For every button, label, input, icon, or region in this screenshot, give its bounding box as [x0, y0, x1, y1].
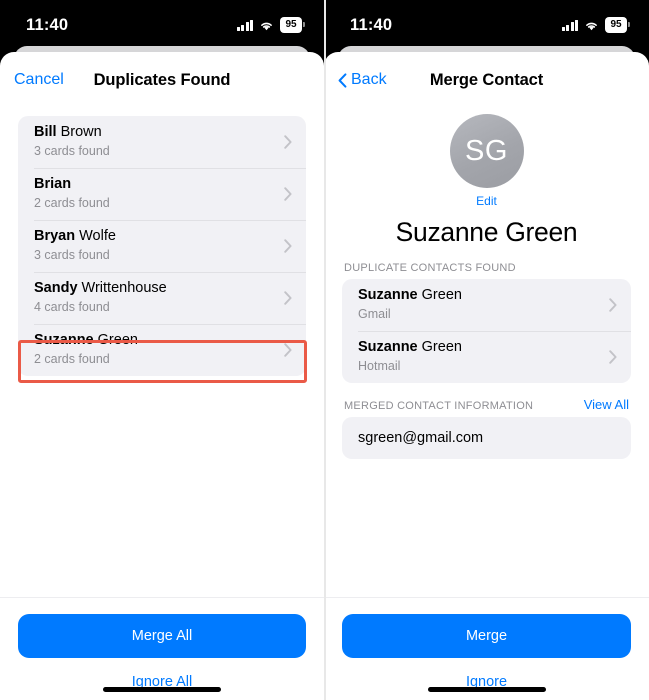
- contact-name: Suzanne Green: [395, 217, 578, 247]
- edit-photo-button[interactable]: Edit: [476, 194, 497, 208]
- chevron-right-icon: [284, 342, 292, 357]
- contact-first-name: Sandy: [34, 280, 78, 297]
- merged-email-value: sgreen@gmail.com: [358, 430, 484, 446]
- wifi-icon: [584, 20, 599, 31]
- screenshot-divider: [324, 0, 326, 700]
- list-item-title: Suzanne Green: [358, 287, 462, 304]
- footer-actions-right: Merge Ignore: [324, 597, 649, 700]
- home-indicator[interactable]: [103, 687, 221, 692]
- list-item[interactable]: Sandy Writtenhouse 4 cards found: [18, 272, 306, 324]
- list-item-title: Bryan Wolfe: [34, 228, 116, 245]
- battery-indicator: 95: [605, 17, 630, 33]
- nav-bar-merge: Back Merge Contact: [324, 52, 649, 108]
- list-item-text: Bryan Wolfe 3 cards found: [34, 228, 116, 262]
- status-indicators: 95: [561, 13, 630, 33]
- contact-first-name: Suzanne: [34, 332, 94, 349]
- list-item-text: Sandy Writtenhouse 4 cards found: [34, 280, 167, 314]
- list-item-text: Suzanne Green 2 cards found: [34, 332, 138, 366]
- cancel-button[interactable]: Cancel: [14, 71, 64, 89]
- list-item-text: Suzanne Green Gmail: [358, 287, 462, 321]
- page-title-merge: Merge Contact: [429, 70, 544, 89]
- duplicate-contacts-list: Suzanne Green Gmail Suzanne Green Hotmai…: [342, 279, 631, 383]
- list-item[interactable]: Suzanne Green Gmail: [342, 279, 631, 331]
- back-label: Back: [351, 71, 387, 88]
- chevron-left-icon: [338, 72, 347, 88]
- list-item-title: Sandy Writtenhouse: [34, 280, 167, 297]
- duplicate-contacts-section-header: DUPLICATE CONTACTS FOUND: [344, 248, 629, 274]
- wifi-icon: [259, 20, 274, 31]
- merged-info-section-header: MERGED CONTACT INFORMATION View All: [344, 383, 629, 412]
- list-item-suzanne-green[interactable]: Suzanne Green 2 cards found: [18, 324, 306, 376]
- page-title-duplicates: Duplicates Found: [93, 70, 231, 89]
- status-bar-right: 11:40 95: [324, 0, 649, 46]
- footer-actions-left: Merge All Ignore All: [0, 597, 324, 700]
- list-item-title: Suzanne Green: [358, 339, 462, 356]
- contact-first-name: Brian: [34, 176, 72, 193]
- contact-first-name: Bryan: [34, 228, 76, 245]
- merge-button[interactable]: Merge: [342, 614, 631, 658]
- cancel-label: Cancel: [14, 71, 64, 88]
- list-item-subtitle: 2 cards found: [34, 351, 110, 366]
- contact-first-name: Suzanne: [358, 287, 418, 304]
- avatar: SG: [449, 114, 524, 188]
- contact-last-name: Writtenhouse: [77, 280, 167, 297]
- section-label: MERGED CONTACT INFORMATION: [344, 400, 534, 412]
- list-item[interactable]: Brian 2 cards found: [18, 168, 306, 220]
- contact-last-name: Green: [93, 332, 138, 349]
- contact-first-name: Suzanne: [358, 339, 418, 356]
- list-item-subtitle: 3 cards found: [34, 143, 110, 158]
- home-indicator[interactable]: [427, 687, 546, 692]
- chevron-right-icon: [609, 349, 617, 364]
- list-item[interactable]: Bryan Wolfe 3 cards found: [18, 220, 306, 272]
- duplicates-list: Bill Brown 3 cards found Brian 2 cards f…: [18, 116, 306, 376]
- nav-bar-duplicates: Cancel Duplicates Found: [0, 52, 324, 108]
- cellular-bars-icon: [236, 19, 253, 31]
- back-button[interactable]: Back: [338, 71, 387, 89]
- contact-last-name: Brown: [56, 124, 102, 141]
- list-item-title: Suzanne Green: [34, 332, 138, 349]
- cellular-bars-icon: [561, 19, 578, 31]
- merged-info-card[interactable]: sgreen@gmail.com: [342, 417, 631, 459]
- list-item-subtitle: 2 cards found: [34, 195, 110, 210]
- ignore-all-button[interactable]: Ignore All: [18, 658, 306, 700]
- contact-last-name: Wolfe: [75, 228, 116, 245]
- battery-indicator: 95: [280, 17, 305, 33]
- list-item[interactable]: Suzanne Green Hotmail: [342, 331, 631, 383]
- view-all-button[interactable]: View All: [584, 397, 629, 412]
- status-bar-left: 11:40 95: [0, 0, 324, 46]
- status-indicators: 95: [236, 13, 305, 33]
- list-item[interactable]: Bill Brown 3 cards found: [18, 116, 306, 168]
- list-item-subtitle: Gmail: [358, 306, 391, 321]
- contact-last-name: Green: [417, 339, 462, 356]
- contact-header: SG Edit Suzanne Green: [324, 108, 649, 248]
- contact-last-name: Green: [417, 287, 462, 304]
- ignore-button[interactable]: Ignore: [342, 658, 631, 700]
- merge-contact-sheet: Back Merge Contact SG Edit Suzanne Green…: [324, 52, 649, 700]
- status-time: 11:40: [26, 15, 69, 34]
- list-item-subtitle: Hotmail: [358, 358, 401, 373]
- list-item-title: Brian: [34, 176, 110, 193]
- chevron-right-icon: [609, 297, 617, 312]
- status-time: 11:40: [350, 15, 393, 34]
- list-item-text: Suzanne Green Hotmail: [358, 339, 462, 373]
- section-label: DUPLICATE CONTACTS FOUND: [344, 262, 516, 274]
- list-item-subtitle: 4 cards found: [34, 299, 110, 314]
- dual-screenshot-container: 11:40 95 Cancel Duplicates Found Bill Br…: [0, 0, 649, 700]
- list-item-text: Brian 2 cards found: [34, 176, 110, 210]
- merge-all-button[interactable]: Merge All: [18, 614, 306, 658]
- chevron-right-icon: [284, 238, 292, 253]
- list-item-text: Bill Brown 3 cards found: [34, 124, 110, 158]
- chevron-right-icon: [284, 134, 292, 149]
- contact-first-name: Bill: [34, 124, 57, 141]
- chevron-right-icon: [284, 186, 292, 201]
- list-item-subtitle: 3 cards found: [34, 247, 110, 262]
- left-phone-screen: 11:40 95 Cancel Duplicates Found Bill Br…: [0, 0, 324, 700]
- duplicates-sheet: Cancel Duplicates Found Bill Brown 3 car…: [0, 52, 324, 700]
- chevron-right-icon: [284, 290, 292, 305]
- list-item-title: Bill Brown: [34, 124, 110, 141]
- right-phone-screen: 11:40 95 Back Merge Contact SG Edit Suza…: [324, 0, 649, 700]
